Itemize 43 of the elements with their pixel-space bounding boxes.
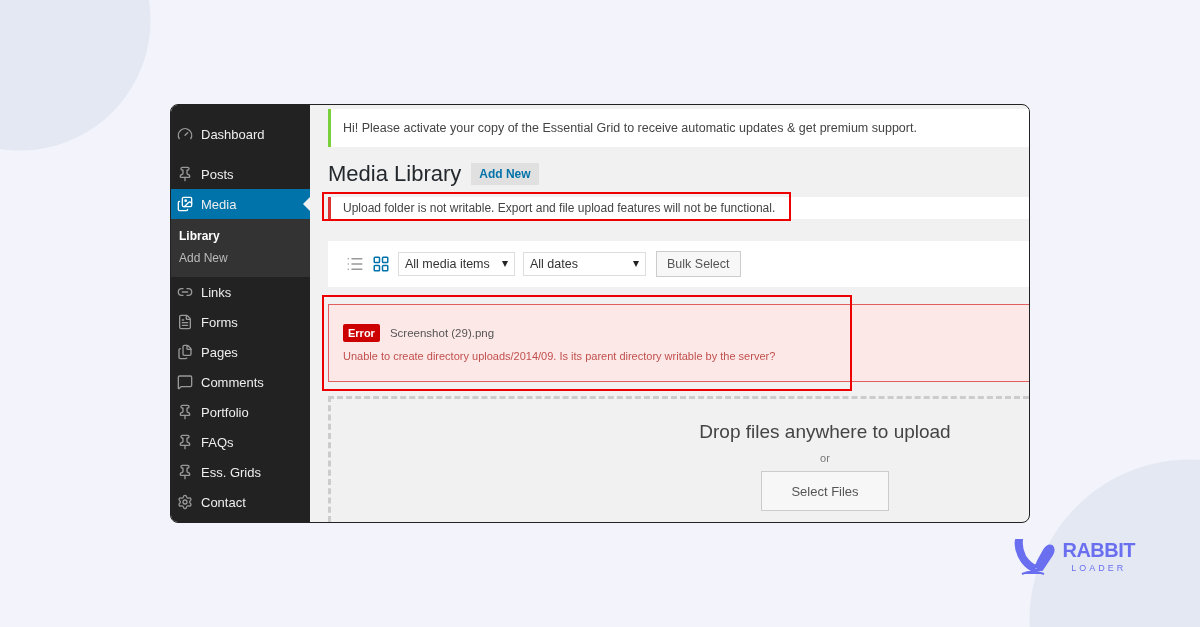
filter-select[interactable]: All media items (398, 252, 515, 276)
error-badge: Error (343, 324, 380, 342)
activation-notice: Hi! Please activate your copy of the Essential Grid to receive automatic updates & get premium support. (328, 109, 1029, 147)
pin-icon (177, 404, 193, 420)
speech-bubble-icon (177, 374, 193, 390)
pages-icon (177, 344, 193, 360)
submenu-item[interactable]: Library (171, 225, 310, 247)
notch-icon (303, 197, 310, 211)
file-name: Screenshot (29).png (389, 327, 495, 339)
gauge-icon (177, 126, 193, 142)
bulk-select-button[interactable]: Bulk Select (656, 251, 741, 277)
submenu-item[interactable]: Add New (171, 247, 310, 269)
pin-icon (177, 464, 193, 480)
document-icon (177, 314, 193, 330)
pin-icon (177, 434, 193, 450)
logo-tagline: LOADER (1071, 562, 1127, 573)
page-title: Media Library (328, 161, 462, 187)
sidebar-item[interactable]: Forms (171, 307, 310, 337)
sidebar-item[interactable]: Portfolio (171, 397, 310, 427)
sidebar-item[interactable]: Dashboard (171, 119, 310, 149)
drop-zone[interactable]: Drop files anywhere to upload or Select Files (328, 396, 1029, 522)
list-view-icon[interactable] (346, 255, 364, 273)
caret-icon (502, 261, 508, 267)
caret-icon (633, 261, 639, 267)
settings-icon (177, 494, 193, 510)
sidebar-item[interactable]: Media (171, 189, 310, 219)
add-new-button[interactable]: Add New (471, 163, 539, 185)
pin-icon (177, 166, 193, 182)
or-text: or (820, 452, 830, 464)
sidebar-item[interactable]: Posts (171, 159, 310, 189)
grid-view-icon[interactable] (372, 255, 390, 273)
images-icon (177, 196, 193, 212)
sidebar-item[interactable]: FAQs (171, 427, 310, 457)
error-message: Unable to create directory uploads/2014/09. Is its parent directory writable by the server? (343, 350, 777, 362)
sidebar-item[interactable]: Links (171, 277, 310, 307)
sidebar-item[interactable]: Contact (171, 487, 310, 517)
select-files-button[interactable]: Select Files (761, 471, 889, 511)
sidebar-item[interactable]: Comments (171, 367, 310, 397)
sidebar-item[interactable]: Pages (171, 337, 310, 367)
filter-select[interactable]: All dates (523, 252, 646, 276)
sidebar-item[interactable]: Ess. Grids (171, 457, 310, 487)
logo-name: RABBIT (1062, 539, 1135, 560)
drop-title: Drop files anywhere to upload (699, 421, 951, 443)
